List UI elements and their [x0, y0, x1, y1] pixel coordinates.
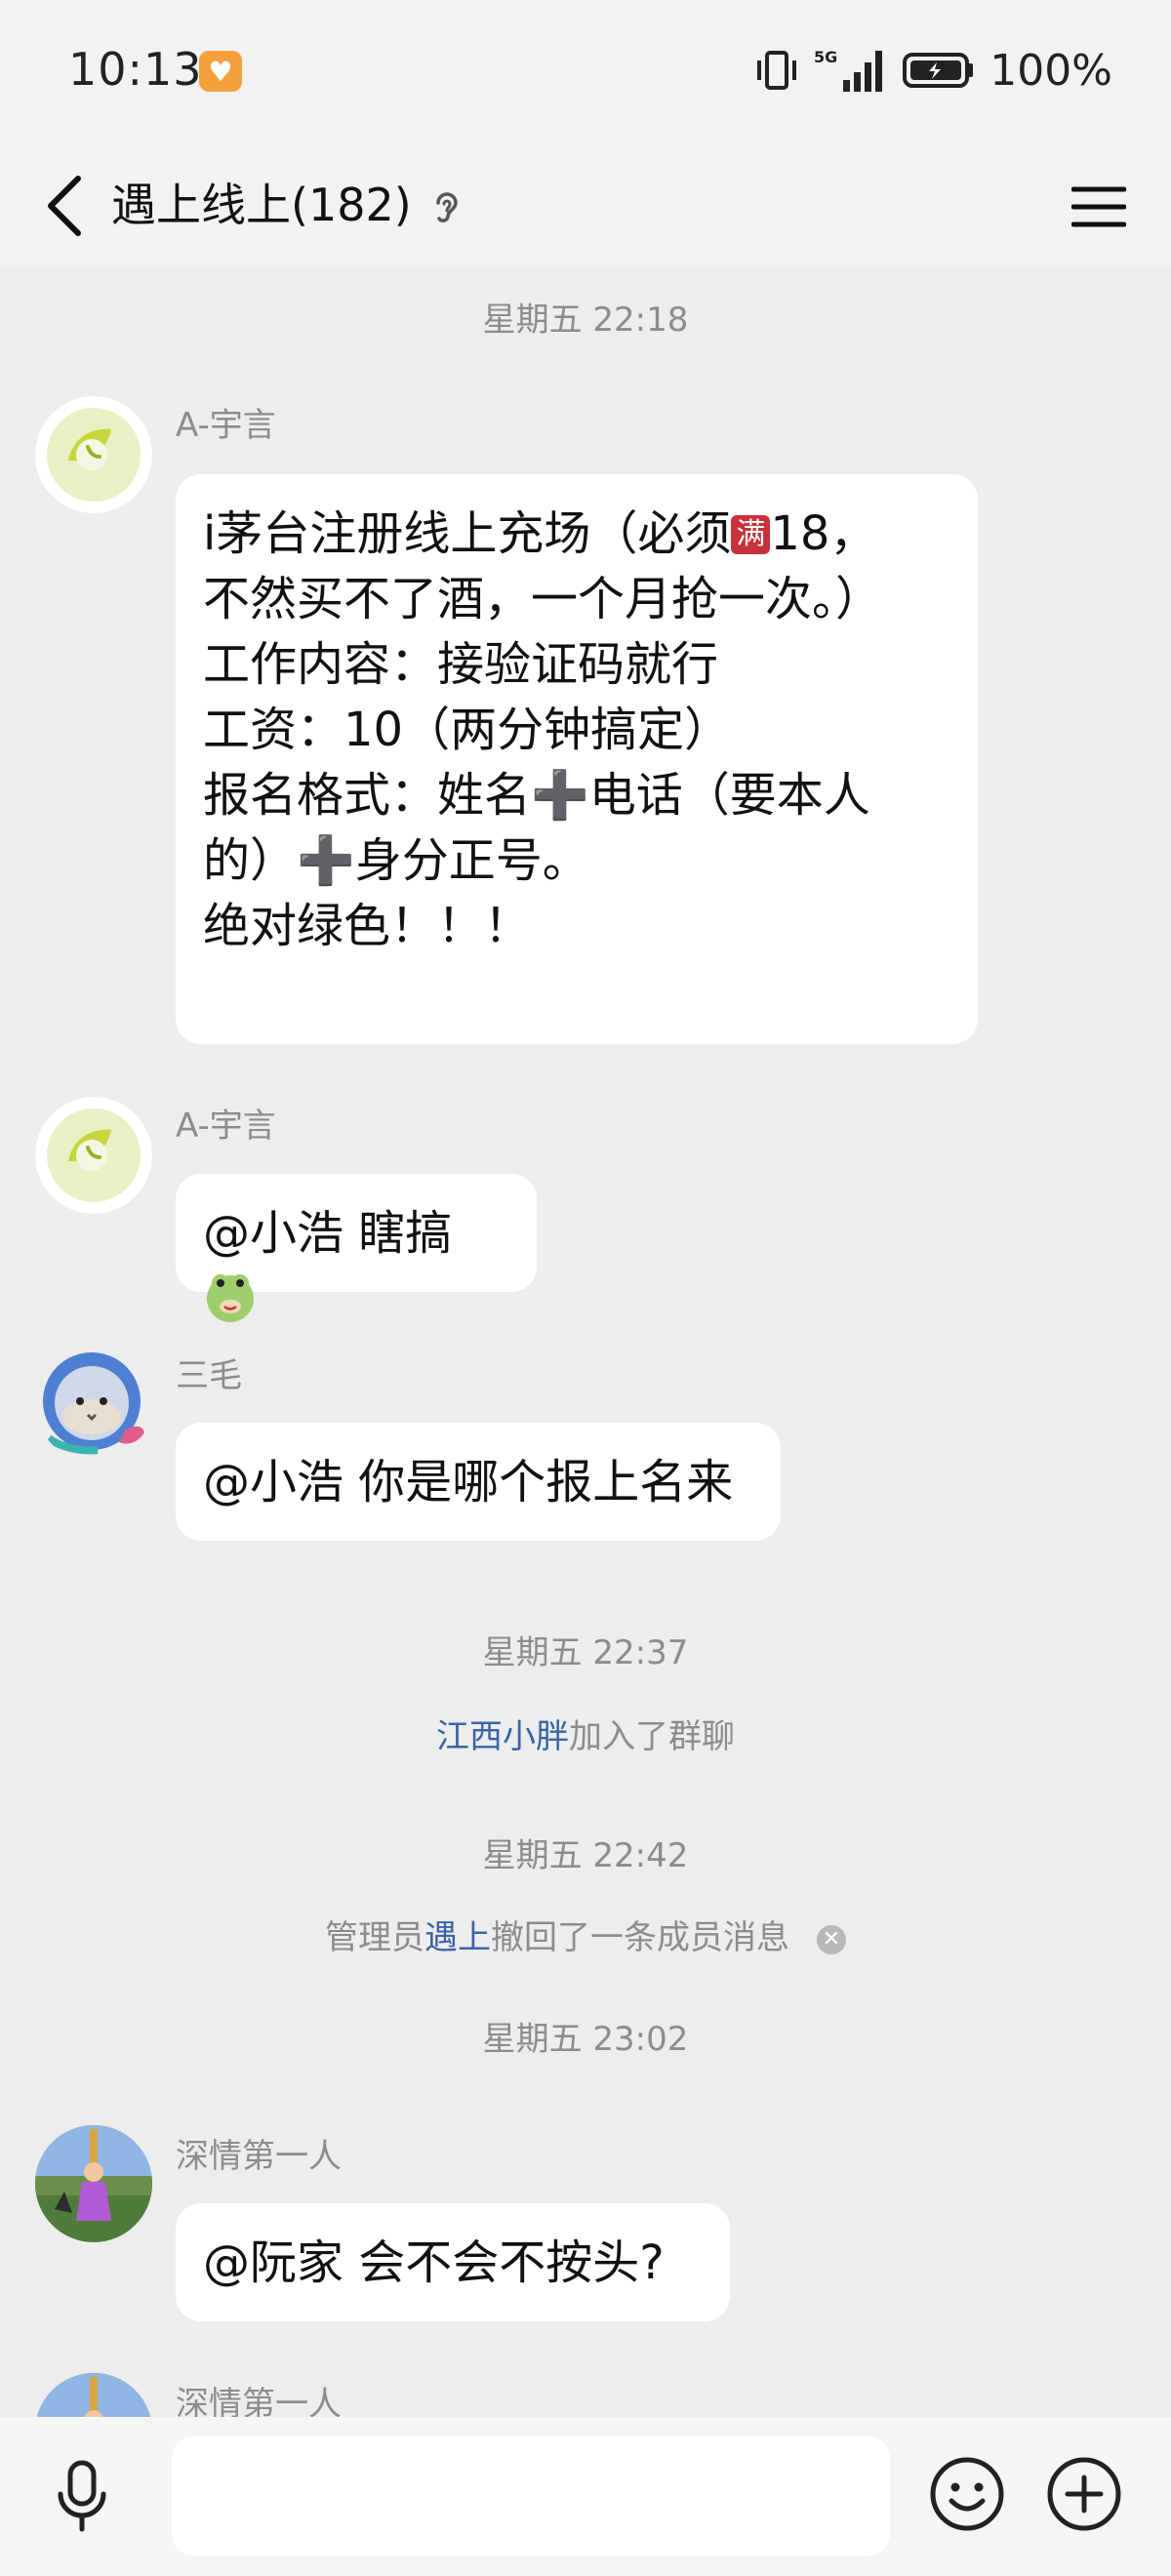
chat-header: 遇上线上(182) [0, 146, 1171, 265]
message-line: 不然买不了酒，一个月抢一次。） [203, 572, 883, 626]
microphone-icon [58, 2460, 106, 2532]
system-message: 管理员遇上撤回了一条成员消息 ✕ [0, 1911, 1171, 1958]
chevron-left-icon [48, 176, 81, 236]
sender-name: A-宇言 [176, 1107, 276, 1146]
ear-icon[interactable] [425, 185, 468, 228]
status-bar: 10:13 ♥ 5G 100% [0, 0, 1171, 146]
avatar[interactable] [35, 1097, 152, 1214]
chat-area[interactable]: 星期五 22:18 A-宇言 i茅台注册线上充场（必须满 18， 不然买不了酒，一… [0, 265, 1171, 2417]
menu-button[interactable] [1060, 168, 1138, 246]
status-time: 10:13 [68, 43, 203, 96]
sender-name: A-宇言 [176, 406, 276, 445]
time-separator: 星期五 23:02 [482, 2020, 689, 2059]
message-bubble[interactable]: i茅台注册线上充场（必须满 18， 不然买不了酒，一个月抢一次。） 工作内容：接验… [176, 474, 978, 1044]
system-message: 江西小胖加入了群聊 [436, 1717, 735, 1756]
more-button[interactable] [1044, 2454, 1124, 2534]
plus-circle-icon [1047, 2457, 1121, 2531]
message-line: 的）➕身分正号。 [203, 833, 589, 888]
time-separator: 星期五 22:37 [482, 1633, 689, 1672]
heart-app-icon: ♥ [199, 51, 242, 92]
svg-text:5G: 5G [814, 48, 837, 66]
full-emoji: 满 [731, 515, 771, 554]
message-text: @小浩 瞎搞 [203, 1206, 453, 1261]
message-line: 绝对绿色！！！ [203, 899, 532, 953]
sender-name: 深情第一人 [176, 2385, 342, 2417]
input-bar [0, 2417, 1171, 2576]
vibrate-icon [757, 51, 797, 90]
message-bubble[interactable]: @小浩 你是哪个报上名来 [176, 1423, 781, 1541]
message-line: i茅台注册线上充场（必须满 18， [203, 506, 877, 561]
avatar[interactable] [35, 1345, 152, 1462]
battery-icon [903, 53, 974, 88]
admin-link[interactable]: 遇上 [424, 1918, 491, 1957]
time-separator: 星期五 22:18 [482, 301, 689, 340]
message-bubble[interactable]: @小浩 瞎搞 [176, 1174, 537, 1322]
message-line: 报名格式：姓名➕电话（要本人 [203, 768, 870, 823]
message-input[interactable] [172, 2436, 890, 2556]
hamburger-icon [1071, 186, 1126, 227]
avatar[interactable] [35, 2373, 152, 2417]
voice-button[interactable] [43, 2452, 121, 2540]
sender-name: 深情第一人 [176, 2137, 342, 2176]
avatar[interactable] [35, 396, 152, 513]
smiley-icon [930, 2457, 1004, 2531]
message-line: 工资：10（两分钟搞定） [203, 703, 732, 757]
sender-name: 三毛 [176, 1356, 242, 1395]
message-text: @阮家 会不会不按头? [203, 2235, 665, 2290]
time-separator: 星期五 22:42 [482, 1836, 689, 1875]
frog-emoji-icon [207, 1274, 254, 1322]
emoji-button[interactable] [927, 2454, 1007, 2534]
member-link[interactable]: 江西小胖 [436, 1717, 569, 1756]
back-button[interactable] [35, 170, 94, 242]
message-bubble[interactable]: @阮家 会不会不按头? [176, 2203, 730, 2321]
message-text: @小浩 你是哪个报上名来 [203, 1455, 734, 1509]
avatar[interactable] [35, 2125, 152, 2242]
status-indicators: 5G 100% [753, 43, 1112, 98]
message-line: 工作内容：接验证码就行 [203, 637, 719, 692]
group-title[interactable]: 遇上线上(182) [111, 166, 412, 244]
close-icon[interactable]: ✕ [817, 1924, 846, 1954]
battery-percent: 100% [989, 45, 1112, 96]
signal-icon: 5G [814, 48, 883, 92]
